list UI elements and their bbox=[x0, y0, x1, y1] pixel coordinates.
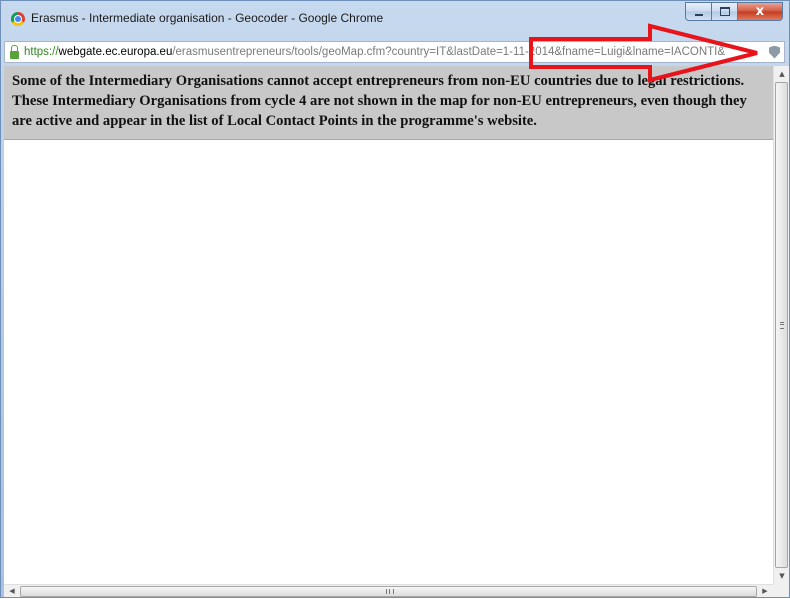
maximize-button[interactable] bbox=[712, 2, 738, 21]
lock-icon bbox=[10, 45, 19, 59]
window-controls: x bbox=[685, 2, 783, 22]
url-scheme: https:// bbox=[24, 46, 59, 58]
grip-icon bbox=[780, 322, 784, 329]
url-text[interactable]: https://webgate.ec.europa.eu/erasmusentr… bbox=[24, 46, 767, 58]
notice-banner: Some of the Intermediary Organisations c… bbox=[4, 66, 773, 140]
page-content: Some of the Intermediary Organisations c… bbox=[4, 66, 773, 584]
scroll-up-arrow-icon[interactable]: ▲ bbox=[774, 66, 790, 82]
vertical-scrollbar[interactable]: ▲ ▼ bbox=[773, 66, 789, 584]
maximize-icon bbox=[719, 7, 730, 16]
close-button[interactable]: x bbox=[738, 2, 783, 21]
url-host: webgate.ec.europa.eu bbox=[58, 46, 173, 58]
scroll-down-arrow-icon[interactable]: ▼ bbox=[774, 568, 790, 584]
minimize-icon bbox=[694, 13, 703, 16]
window-title: Erasmus - Intermediate organisation - Ge… bbox=[31, 11, 384, 25]
address-bar[interactable]: https://webgate.ec.europa.eu/erasmusentr… bbox=[4, 41, 785, 63]
minimize-button[interactable] bbox=[685, 2, 712, 21]
shield-icon[interactable] bbox=[769, 45, 780, 59]
scrollbar-corner bbox=[773, 584, 789, 597]
horizontal-scrollbar[interactable]: ◀ ▶ bbox=[4, 584, 773, 597]
close-icon: x bbox=[755, 4, 765, 19]
horizontal-scroll-thumb[interactable] bbox=[20, 586, 757, 597]
vertical-scroll-thumb[interactable] bbox=[775, 82, 788, 568]
title-bar[interactable]: Erasmus - Intermediate organisation - Ge… bbox=[1, 1, 789, 37]
chrome-icon bbox=[11, 12, 25, 26]
grip-icon bbox=[385, 589, 394, 594]
scroll-left-arrow-icon[interactable]: ◀ bbox=[4, 583, 20, 599]
url-path: /erasmusentrepreneurs/tools/geoMap.cfm?c… bbox=[172, 46, 726, 58]
scroll-right-arrow-icon[interactable]: ▶ bbox=[757, 583, 773, 599]
